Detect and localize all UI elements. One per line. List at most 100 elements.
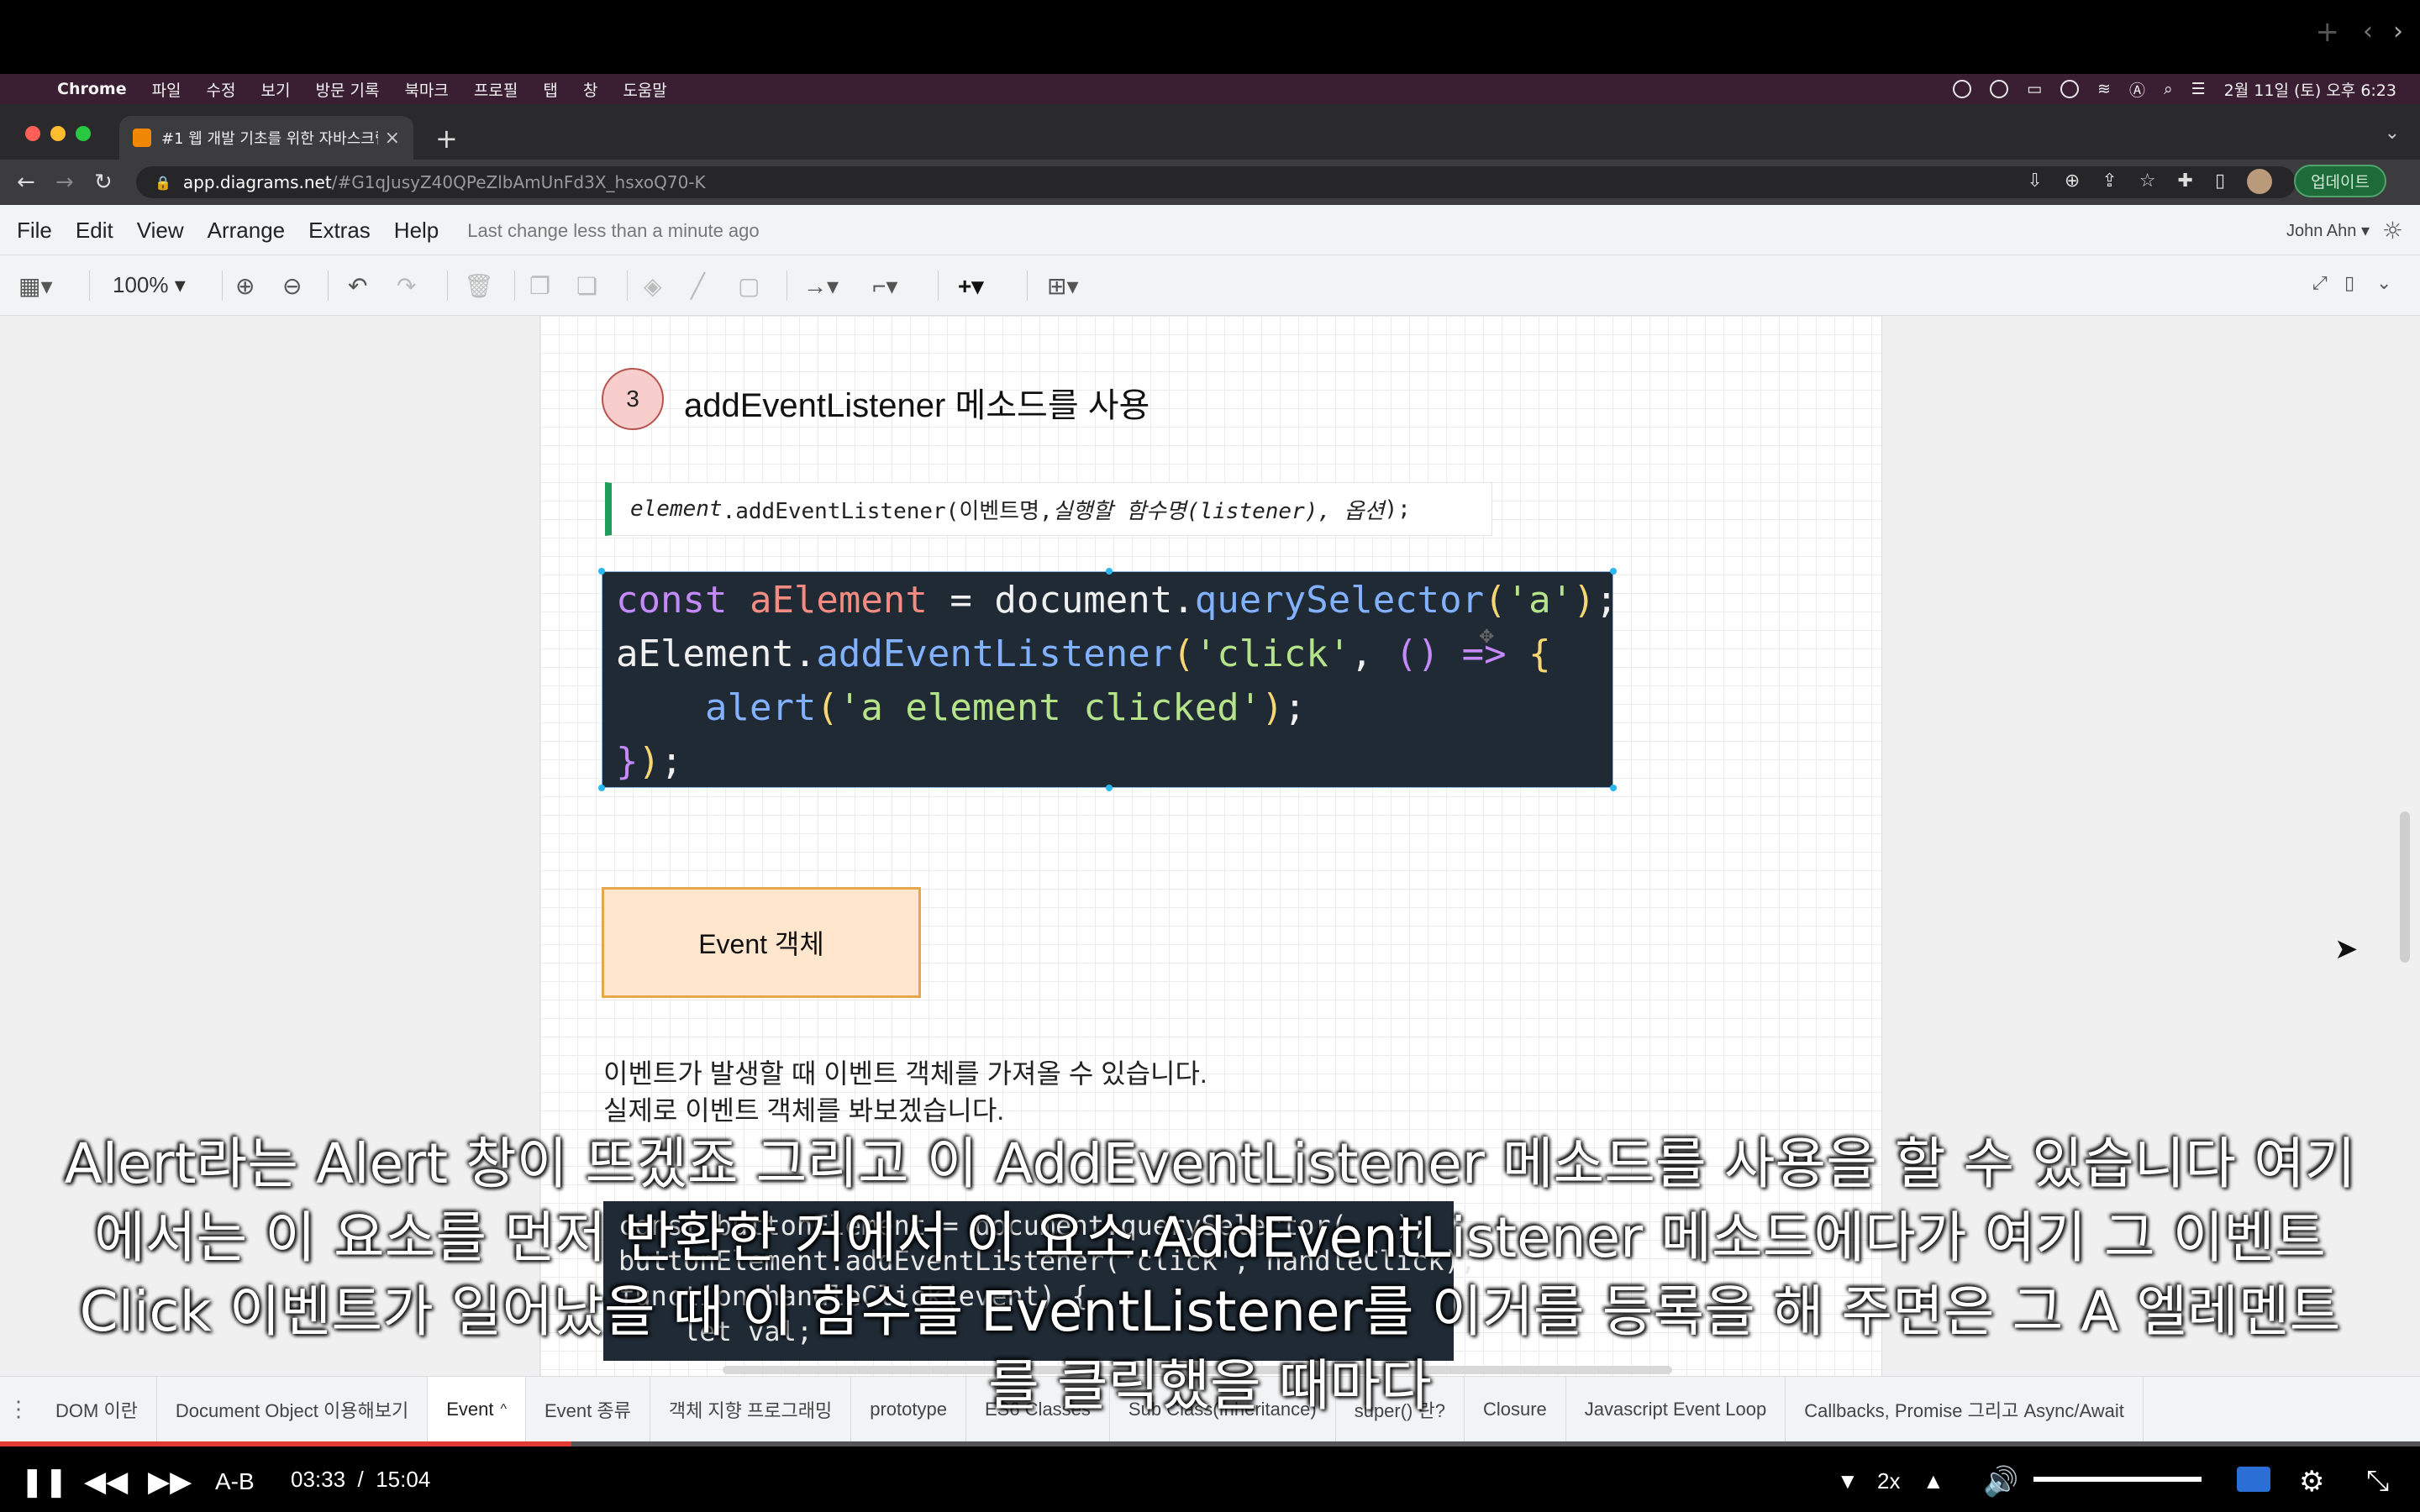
update-button[interactable]: 업데이트 [2294,165,2386,197]
line-color-icon[interactable]: ╱ [691,272,705,300]
zoom-icon[interactable]: ⊕ [2065,171,2080,192]
code-token: 'a element clicked' [838,686,1262,729]
pages-next-icon[interactable]: › [2393,17,2403,46]
lock-icon[interactable]: 🔒 [155,175,171,191]
close-tab-icon[interactable]: × [385,128,400,149]
drawio-menu-arrange[interactable]: Arrange [208,218,286,244]
table-icon[interactable]: ⊞▾ [1047,272,1079,300]
share-icon[interactable]: ⇪ [2102,171,2117,192]
user-menu[interactable]: John Ahn ▾ [2286,220,2370,241]
window-close-button[interactable] [25,126,40,141]
to-back-icon[interactable]: ❏ [576,272,597,300]
url-host: app.diagrams.net [182,172,332,192]
collapse-icon[interactable]: ⌄ [2376,272,2391,294]
subtitles-icon[interactable] [2237,1467,2270,1492]
reload-icon[interactable]: ↻ [94,170,113,195]
battery-icon[interactable]: ▭ [2027,80,2042,98]
window-minimize-button[interactable] [50,126,66,141]
menubar-app-name[interactable]: Chrome [57,80,127,98]
step-title[interactable]: addEventListener 메소드를 사용 [684,378,1150,427]
code-block-selected[interactable]: const aElement = document.querySelector(… [602,571,1618,788]
wifi-icon[interactable]: ≋ [2097,80,2111,98]
theme-sun-icon[interactable]: ☼ [2382,217,2403,244]
back-arrow-icon[interactable]: ← [17,170,35,195]
progress-track[interactable] [0,1441,2420,1446]
extensions-icon[interactable]: ✚ [2178,171,2193,192]
event-object-box[interactable]: Event 객체 [602,887,921,998]
code-token: ) [1261,686,1284,729]
to-front-icon[interactable]: ❐ [529,272,550,300]
grammarly-icon[interactable] [1990,80,2009,98]
play-status-icon[interactable] [2060,80,2080,98]
menubar-item-bookmarks[interactable]: 북마크 [404,78,448,101]
format-panel-icon[interactable]: ▦▾ [18,272,53,300]
window-zoom-button[interactable] [76,126,91,141]
settings-gear-icon[interactable]: ⚙ [2299,1465,2324,1499]
tab-search-chevron-icon[interactable]: ⌄ [2385,123,2400,144]
fullscreen-icon[interactable]: ⤢ [2312,272,2328,294]
menubar-item-edit[interactable]: 수정 [207,78,236,101]
bookmark-star-icon[interactable]: ☆ [2139,171,2156,192]
side-panel-icon[interactable]: ▯ [2215,171,2225,192]
menubar-item-history[interactable]: 방문 기록 [315,78,379,101]
control-center-icon[interactable]: ☰ [2191,80,2206,98]
menubar-item-tab[interactable]: 탭 [543,78,557,101]
format-toggle-icon[interactable]: ▯ [2344,272,2354,294]
fullscreen-exit-icon[interactable]: ⤡ [2366,1465,2389,1498]
selection-handle[interactable] [598,568,605,575]
menubar-clock[interactable]: 2월 11일 (토) 오후 6:23 [2224,78,2396,101]
ab-repeat-button[interactable]: A-B [215,1468,255,1495]
speed-up-icon[interactable]: ▲ [1923,1468,1944,1494]
zoom-out-icon[interactable]: ⊖ [282,272,302,300]
event-description[interactable]: 이벤트가 발생할 때 이벤트 객체를 가져올 수 있습니다. 실제로 이벤트 객… [603,1055,1207,1129]
subtitle-line: Click 이벤트가 일어났을 때 이 함수를 EventListener를 이… [79,1279,2341,1344]
drawio-menu-extras[interactable]: Extras [308,218,371,244]
browser-tab-active[interactable]: #1 웹 개발 기초를 위한 자바스크립트 × [119,116,413,160]
fill-color-icon[interactable]: ◈ [644,272,662,300]
connection-icon[interactable]: →▾ [803,272,839,300]
last-change-status[interactable]: Last change less than a minute ago [467,218,759,244]
menubar-item-profiles[interactable]: 프로필 [474,78,518,101]
pages-prev-icon[interactable]: ‹ [2363,17,2373,46]
step-number-circle[interactable]: 3 [602,368,664,430]
selection-handle[interactable] [1610,785,1617,791]
record-icon[interactable] [1953,80,1972,98]
code-token: () [1395,633,1440,675]
menubar-item-help[interactable]: 도움말 [623,78,666,101]
redo-icon[interactable]: ↷ [397,272,416,300]
menubar-item-view[interactable]: 보기 [261,78,291,101]
drawio-menu-edit[interactable]: Edit [76,218,113,244]
add-page-icon[interactable]: + [2316,15,2340,49]
menubar-item-window[interactable]: 창 [583,78,597,101]
drawio-menu-help[interactable]: Help [394,218,439,244]
address-bar[interactable]: 🔒 app.diagrams.net /#G1qJusyZ40QPeZlbAmU… [136,166,2296,198]
insert-plus-icon[interactable]: +▾ [958,272,983,300]
selection-handle[interactable] [1610,568,1617,575]
selection-handle[interactable] [1106,785,1113,791]
delete-icon[interactable]: 🗑 [464,272,494,300]
zoom-dropdown[interactable]: 100% ▾ [113,272,186,298]
drawio-menu-view[interactable]: View [137,218,184,244]
selection-handle[interactable] [1106,568,1113,575]
undo-icon[interactable]: ↶ [348,272,367,300]
zoom-in-icon[interactable]: ⊕ [235,272,255,300]
vertical-scrollbar[interactable] [2400,811,2410,963]
new-tab-button[interactable]: + [435,123,458,155]
rewind-icon[interactable]: ◀◀ [84,1465,128,1499]
spotlight-icon[interactable]: ⌕ [2164,80,2173,98]
fast-forward-icon[interactable]: ▶▶ [148,1465,192,1499]
pause-icon[interactable]: ❚❚ [20,1465,68,1499]
syntax-box[interactable]: element .addEventListener(이벤트명, 실행할 함수명(l… [605,482,1492,536]
speed-down-icon[interactable]: ▼ [1837,1468,1859,1494]
install-app-icon[interactable]: ⇩ [2027,171,2042,192]
forward-arrow-icon[interactable]: → [55,170,74,195]
volume-slider[interactable] [2033,1477,2202,1482]
shadow-icon[interactable]: ▢ [738,272,760,300]
volume-icon[interactable]: 🔊 [1983,1465,2018,1499]
waypoints-icon[interactable]: ⌐▾ [872,272,897,300]
input-source-icon[interactable]: Ⓐ [2129,78,2145,101]
menubar-item-file[interactable]: 파일 [152,78,182,101]
drawio-menu-file[interactable]: File [17,218,52,244]
selection-handle[interactable] [598,785,605,791]
profile-avatar[interactable] [2247,168,2273,194]
